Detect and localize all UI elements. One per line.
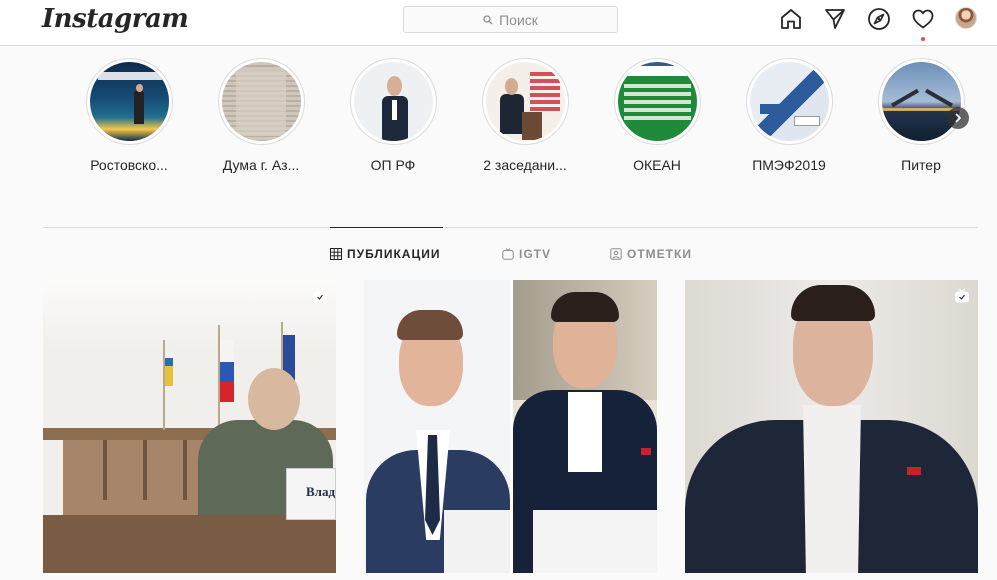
igtv-icon	[313, 288, 327, 303]
chevron-right-icon	[955, 113, 962, 123]
highlight-thumbnail	[221, 62, 301, 141]
highlight-label: 2 заседани...	[483, 157, 567, 173]
post-item[interactable]	[685, 280, 978, 573]
activity-icon[interactable]	[911, 7, 935, 31]
highlight-thumbnail	[881, 62, 961, 141]
post-caption-text: Влад	[306, 484, 336, 499]
notification-dot	[921, 37, 925, 41]
tab-label: ОТМЕТКИ	[627, 247, 692, 261]
highlight-label: ОКЕАН	[633, 157, 681, 173]
highlight-label: ОП РФ	[370, 157, 416, 173]
tab-tagged[interactable]: ОТМЕТКИ	[610, 247, 692, 261]
highlight-item[interactable]: ПМЭФ2019	[727, 58, 851, 173]
tab-igtv[interactable]: IGTV	[502, 247, 551, 261]
highlight-item[interactable]: Ростовско...	[67, 58, 191, 173]
igtv-icon	[502, 248, 514, 260]
highlight-thumbnail	[485, 62, 565, 141]
profile-avatar[interactable]	[955, 7, 977, 29]
tab-label: ПУБЛИКАЦИИ	[347, 247, 441, 261]
search-icon	[483, 14, 493, 24]
post-item[interactable]: Влад	[43, 280, 336, 573]
highlight-thumbnail	[617, 62, 697, 141]
highlight-item[interactable]: 2 заседани...	[463, 58, 587, 173]
highlight-thumbnail	[89, 62, 169, 141]
highlight-item[interactable]: Дума г. Аз...	[199, 58, 323, 173]
highlight-thumbnail	[749, 62, 829, 141]
search-placeholder: Поиск	[499, 11, 538, 28]
story-highlights: Ростовско... Дума г. Аз... ОП РФ 2 засед…	[0, 58, 997, 188]
tagged-icon	[610, 248, 622, 260]
highlight-label: Ростовско...	[90, 157, 168, 173]
highlight-thumbnail	[353, 62, 433, 141]
direct-icon[interactable]	[823, 7, 847, 31]
highlights-next-button[interactable]	[947, 107, 969, 129]
tab-label: IGTV	[519, 247, 552, 261]
grid-icon	[330, 248, 342, 260]
tabs-divider	[43, 227, 978, 228]
highlight-item[interactable]: ОП РФ	[331, 58, 455, 173]
top-navigation-bar: Instagram Поиск	[0, 0, 997, 46]
search-input[interactable]: Поиск	[403, 6, 618, 33]
post-item[interactable]	[364, 280, 657, 573]
instagram-logo[interactable]: Instagram	[42, 4, 189, 34]
highlight-item[interactable]: ОКЕАН	[595, 58, 719, 173]
highlight-label: Питер	[901, 157, 941, 173]
active-tab-indicator	[330, 227, 443, 228]
home-icon[interactable]	[779, 7, 803, 31]
igtv-icon	[955, 288, 969, 303]
explore-icon[interactable]	[867, 7, 891, 31]
tab-posts[interactable]: ПУБЛИКАЦИИ	[330, 247, 440, 261]
highlight-label: Дума г. Аз...	[222, 157, 300, 173]
highlight-label: ПМЭФ2019	[752, 157, 826, 173]
